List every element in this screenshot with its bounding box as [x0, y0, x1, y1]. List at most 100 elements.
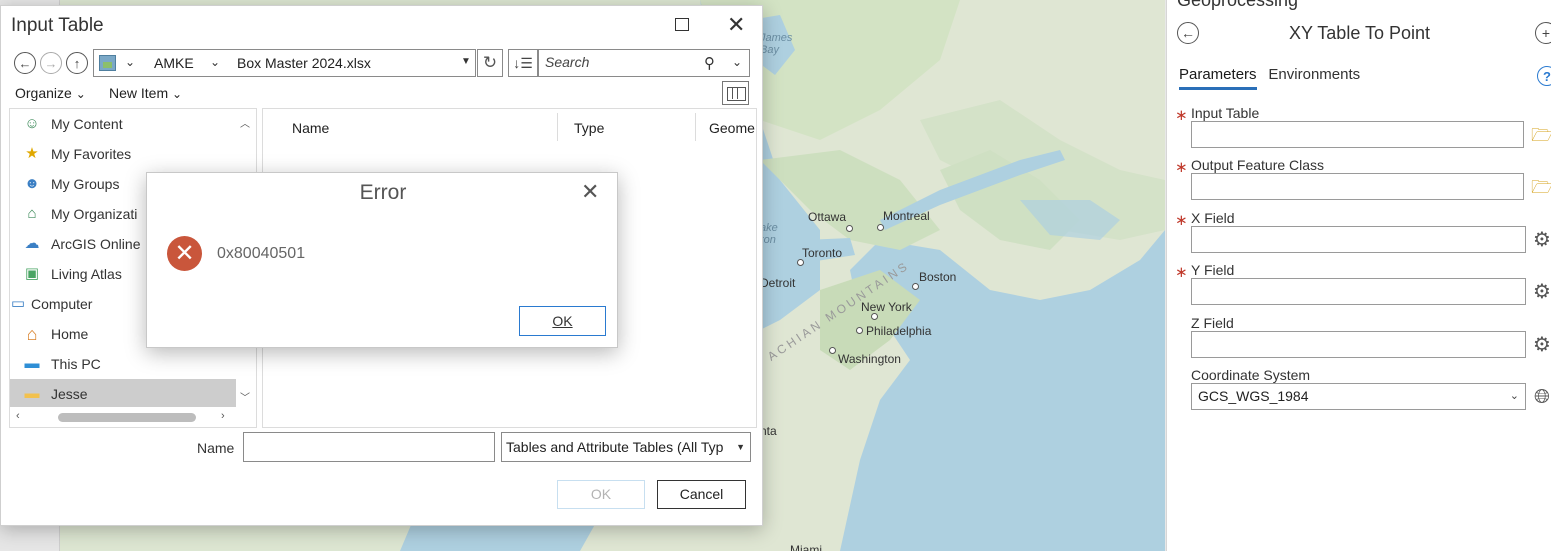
caret-down-icon: ▼ — [734, 442, 745, 452]
chevron-down-icon[interactable]: ⌄ — [210, 55, 220, 69]
required-marker: ∗ — [1175, 212, 1188, 229]
view-details-button[interactable] — [722, 81, 749, 105]
chevron-down-icon[interactable]: ⌄ — [732, 55, 742, 69]
breadcrumb-segment[interactable]: AMKE — [154, 55, 194, 71]
home-icon: ⌂ — [26, 324, 38, 344]
file-type-select[interactable]: Tables and Attribute Tables (All Typ ▼ — [501, 432, 751, 462]
field-settings-button[interactable]: ⚙ — [1531, 281, 1551, 303]
scrollbar-thumb[interactable] — [58, 413, 196, 422]
param-label: Y Field — [1191, 262, 1235, 278]
column-header-type[interactable]: Type — [558, 113, 696, 141]
help-icon: ? — [1543, 68, 1551, 84]
chevron-right-icon[interactable]: › — [221, 410, 225, 422]
required-marker: ∗ — [1175, 107, 1188, 124]
z-field-select[interactable] — [1191, 331, 1526, 358]
nav-item-label: My Favorites — [51, 146, 132, 162]
close-button[interactable]: ✕ — [727, 12, 745, 38]
map-label-boston: Boston — [919, 270, 957, 284]
nav-item-label: Jesse — [51, 386, 88, 402]
nav-item-my-content[interactable]: ☺ My Content — [10, 109, 236, 139]
file-type-value: Tables and Attribute Tables (All Typ — [506, 439, 724, 455]
param-label: Output Feature Class — [1191, 157, 1325, 173]
arrow-right-icon: → — [44, 55, 58, 71]
cancel-button[interactable]: Cancel — [657, 480, 746, 509]
map-label-toronto: Toronto — [802, 246, 843, 260]
param-label: X Field — [1191, 210, 1235, 226]
coordinate-system-button[interactable]: 🌐︎ — [1531, 386, 1551, 408]
nav-item-label: My Content — [51, 116, 123, 132]
up-button[interactable]: ↑ — [66, 52, 88, 74]
tab-parameters[interactable]: Parameters — [1179, 66, 1257, 90]
error-ok-button[interactable]: OK — [519, 306, 606, 336]
chevron-left-icon[interactable]: ‹ — [16, 410, 20, 422]
name-input[interactable] — [243, 432, 495, 462]
search-icon[interactable]: ⚲ — [704, 54, 715, 72]
nav-item-my-favorites[interactable]: ★ My Favorites — [10, 139, 236, 169]
cloud-icon: ☁ — [24, 235, 40, 252]
search-input[interactable] — [545, 54, 695, 70]
nav-item-label: Home — [51, 326, 89, 342]
chevron-down-icon[interactable]: ⌄ — [125, 55, 135, 69]
column-header-name[interactable]: Name — [263, 113, 558, 141]
field-settings-button[interactable]: ⚙ — [1531, 229, 1551, 251]
tab-environments[interactable]: Environments — [1268, 66, 1360, 87]
gear-icon: ⚙ — [1533, 281, 1551, 303]
favorites-icon: ★ — [25, 145, 39, 162]
pane-title: Geoprocessing — [1177, 0, 1299, 10]
city-marker-montreal — [877, 224, 884, 231]
arrow-up-icon: ↑ — [73, 55, 81, 71]
chevron-up-icon[interactable]: ︿ — [240, 115, 250, 130]
nav-item-this-pc[interactable]: ▬ This PC — [10, 349, 236, 379]
pc-icon: ▬ — [24, 355, 40, 372]
name-label: Name — [197, 440, 235, 456]
nav-horizontal-scrollbar[interactable]: ‹ › — [10, 407, 236, 427]
caret-down-icon[interactable]: ▼ — [461, 56, 471, 67]
map-label-detroit: Detroit — [760, 276, 796, 290]
browse-button[interactable]: 🗁 — [1531, 176, 1551, 198]
folder-open-icon: 🗁 — [1531, 177, 1551, 197]
new-item-menu[interactable]: New Item ⌄ — [109, 85, 182, 101]
nav-item-label: My Organizati — [51, 206, 138, 222]
back-button[interactable]: ← — [14, 52, 36, 74]
map-label-washington: Washington — [838, 352, 901, 366]
chevron-down-icon[interactable]: ﹀ — [240, 389, 250, 404]
browse-button[interactable]: 🗁 — [1531, 124, 1551, 146]
coordinate-system-select[interactable]: GCS_WGS_1984 ⌄ — [1191, 383, 1526, 410]
nav-item-jesse[interactable]: ▬ Jesse — [10, 379, 236, 409]
gear-icon: ⚙ — [1533, 229, 1551, 251]
organization-icon: ⌂ — [27, 205, 37, 222]
folder-open-icon: 🗁 — [1531, 125, 1551, 145]
forward-button[interactable]: → — [40, 52, 62, 74]
globe-icon: 🌐︎ — [1534, 386, 1550, 408]
refresh-button[interactable]: ↻ — [477, 49, 503, 77]
living-atlas-icon: ▣ — [24, 265, 40, 282]
gp-tabs: Parameters Environments — [1179, 66, 1368, 90]
maximize-button[interactable] — [675, 18, 689, 31]
refresh-icon: ↻ — [482, 53, 498, 72]
new-item-label: New Item — [109, 85, 169, 101]
ok-button[interactable]: OK — [557, 480, 645, 509]
close-icon: ✕ — [581, 179, 600, 204]
map-label-james-bay: James Bay — [760, 32, 793, 56]
help-button[interactable]: ? — [1537, 66, 1551, 86]
gear-icon: ⚙ — [1533, 334, 1551, 356]
add-button[interactable]: + — [1535, 22, 1551, 44]
chevron-down-icon: ⌄ — [172, 87, 183, 101]
x-field-select[interactable] — [1191, 226, 1526, 253]
arrow-left-icon: ← — [18, 55, 32, 71]
map-label-ottawa: Ottawa — [808, 210, 847, 224]
location-breadcrumb[interactable]: ⌄ AMKE ⌄ Box Master 2024.xlsx ▼ — [93, 49, 476, 77]
input-table-field[interactable] — [1191, 121, 1524, 148]
error-x-icon: ✕ — [167, 236, 202, 271]
y-field-select[interactable] — [1191, 278, 1526, 305]
breadcrumb-segment[interactable]: Box Master 2024.xlsx — [237, 55, 371, 71]
output-feature-class-field[interactable] — [1191, 173, 1524, 200]
sort-button[interactable]: ↓☰ — [508, 49, 538, 77]
field-settings-button[interactable]: ⚙ — [1531, 334, 1551, 356]
city-marker-toronto — [797, 259, 804, 266]
close-button[interactable]: ✕ — [581, 179, 599, 205]
column-header-geometry[interactable]: Geome — [696, 113, 756, 141]
geoprocessing-pane: Geoprocessing ← XY Table To Point + Para… — [1166, 0, 1551, 551]
organize-menu[interactable]: Organize ⌄ — [15, 85, 86, 101]
chevron-down-icon: ⌄ — [1509, 390, 1519, 402]
